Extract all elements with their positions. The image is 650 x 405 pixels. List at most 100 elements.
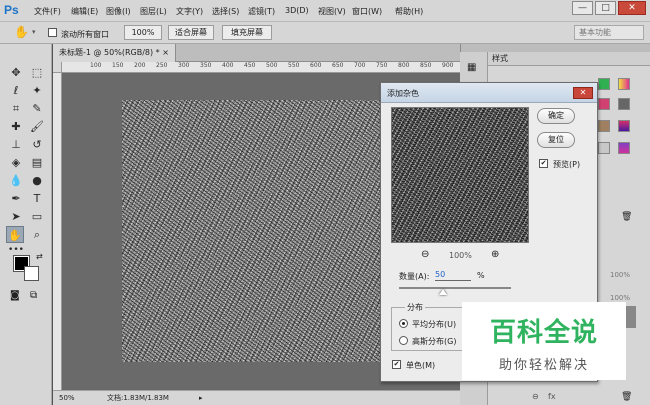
zoom-in-icon[interactable]: ⊕ <box>491 249 499 260</box>
menu-file[interactable]: 文件(F) <box>34 6 61 17</box>
style-swatch[interactable] <box>618 120 630 132</box>
menu-view[interactable]: 视图(V) <box>318 6 346 17</box>
move-icon[interactable]: ✥ <box>7 64 25 81</box>
ruler-tick: 250 <box>156 62 168 69</box>
ruler-tick: 700 <box>354 62 366 69</box>
fx-icon[interactable]: fx <box>548 392 556 401</box>
eraser-icon[interactable]: ◈ <box>7 154 25 171</box>
ruler-tick: 850 <box>420 62 432 69</box>
ruler-tick: 600 <box>310 62 322 69</box>
magic-wand-icon[interactable]: ✦ <box>28 82 46 99</box>
menu-filter[interactable]: 滤镜(T) <box>248 6 275 17</box>
style-swatch[interactable] <box>618 98 630 110</box>
horizontal-ruler[interactable]: 100 150 200 250 300 350 400 450 500 550 … <box>62 62 460 73</box>
document-canvas-noise[interactable] <box>122 100 385 362</box>
hand-tool-icon[interactable]: ✋ <box>14 25 29 39</box>
tools-panel: ✥ ⬚ ℓ ✦ ⌗ ✎ ✚ 🖌 ⊥ ↺ ◈ ▤ 💧 ● ✒ T ➤ ▭ ✋ ⌕ … <box>0 44 52 405</box>
opacity-value[interactable]: 100% <box>610 271 630 279</box>
screen-mode-icon[interactable]: ⧉ <box>30 290 37 301</box>
dialog-titlebar[interactable]: 添加杂色 ✕ <box>381 83 597 103</box>
crop-icon[interactable]: ⌗ <box>7 100 25 117</box>
fill-value[interactable]: 100% <box>610 294 630 302</box>
status-menu-arrow-icon[interactable]: ▸ <box>199 391 203 405</box>
watermark-title: 百科全说 <box>489 318 598 348</box>
watermark-logo: 百科全说 助你轻松解决 <box>462 302 626 380</box>
panel-icon-1[interactable]: ▦ <box>467 62 476 73</box>
status-zoom[interactable]: 50% <box>59 391 75 405</box>
zoom-out-icon[interactable]: ⊖ <box>421 249 429 260</box>
menu-edit[interactable]: 编辑(E) <box>71 6 98 17</box>
marquee-icon[interactable]: ⬚ <box>28 64 46 81</box>
style-swatch[interactable] <box>618 142 630 154</box>
dialog-preview-image[interactable] <box>391 107 529 243</box>
pen-icon[interactable]: ✒ <box>7 190 25 207</box>
restore-button[interactable]: □ <box>595 1 616 15</box>
blur-icon[interactable]: 💧 <box>7 172 25 189</box>
uniform-radio[interactable] <box>399 319 408 328</box>
ruler-tick: 800 <box>398 62 410 69</box>
amount-input[interactable]: 50 <box>435 269 471 281</box>
amount-slider-thumb[interactable] <box>439 289 447 295</box>
path-select-icon[interactable]: ➤ <box>7 208 25 225</box>
chevron-down-icon[interactable]: ▾ <box>32 28 36 36</box>
document-tab[interactable]: 未标题-1 @ 50%(RGB/8) * × <box>53 44 176 62</box>
background-color-swatch[interactable] <box>24 266 39 281</box>
watermark-subtitle: 助你轻松解决 <box>498 358 589 373</box>
style-swatch[interactable] <box>598 142 610 154</box>
shape-icon[interactable]: ▭ <box>28 208 46 225</box>
scroll-all-windows-checkbox[interactable] <box>48 28 57 37</box>
minimize-button[interactable]: — <box>572 1 593 15</box>
ruler-tick: 300 <box>178 62 190 69</box>
swap-colors-icon[interactable]: ⇄ <box>36 252 43 261</box>
menu-type[interactable]: 文字(Y) <box>176 6 203 17</box>
menu-layer[interactable]: 图层(L) <box>140 6 167 17</box>
monochrome-label: 单色(M) <box>406 361 436 370</box>
ruler-origin[interactable] <box>53 62 62 73</box>
ruler-tick: 350 <box>200 62 212 69</box>
ruler-tick: 150 <box>112 62 124 69</box>
vertical-ruler[interactable] <box>53 73 62 390</box>
monochrome-checkbox[interactable]: ✔ <box>392 360 401 369</box>
hand-icon[interactable]: ✋ <box>6 226 24 243</box>
menu-window[interactable]: 窗口(W) <box>352 6 382 17</box>
lasso-icon[interactable]: ℓ <box>7 82 25 99</box>
history-brush-icon[interactable]: ↺ <box>28 136 46 153</box>
reset-button[interactable]: 复位 <box>537 132 575 148</box>
healing-icon[interactable]: ✚ <box>7 118 25 135</box>
zoom-icon[interactable]: ⌕ <box>28 226 46 243</box>
quick-mask-icon[interactable]: ◙ <box>10 290 20 301</box>
gradient-icon[interactable]: ▤ <box>28 154 46 171</box>
menu-image[interactable]: 图像(I) <box>106 6 131 17</box>
delete-layer-icon[interactable]: 🗑 <box>621 392 632 402</box>
style-swatch[interactable] <box>618 78 630 90</box>
zoom-100-button[interactable]: 100% <box>124 25 162 40</box>
menu-select[interactable]: 选择(S) <box>212 6 239 17</box>
ok-button[interactable]: 确定 <box>537 108 575 124</box>
close-window-button[interactable]: ✕ <box>618 1 646 15</box>
menu-3d[interactable]: 3D(D) <box>285 6 309 15</box>
ruler-tick: 450 <box>244 62 256 69</box>
type-icon[interactable]: T <box>28 190 46 207</box>
preview-checkbox[interactable]: ✔ <box>539 159 548 168</box>
dialog-close-button[interactable]: ✕ <box>573 87 593 99</box>
style-swatch[interactable] <box>598 120 610 132</box>
tab-styles[interactable]: 样式 <box>492 52 508 66</box>
ruler-tick: 750 <box>376 62 388 69</box>
dodge-icon[interactable]: ● <box>28 172 46 189</box>
layers-scrollbar[interactable] <box>626 306 636 328</box>
ruler-tick: 550 <box>288 62 300 69</box>
style-swatch[interactable] <box>598 78 610 90</box>
workspace-select[interactable]: 基本功能 <box>574 25 644 40</box>
style-swatch[interactable] <box>598 98 610 110</box>
gaussian-radio[interactable] <box>399 336 408 345</box>
link-layers-icon[interactable]: ⊖ <box>532 392 539 401</box>
fill-screen-button[interactable]: 填充屏幕 <box>222 25 272 40</box>
eyedropper-icon[interactable]: ✎ <box>28 100 46 117</box>
preview-label: 预览(P) <box>553 160 581 169</box>
stamp-icon[interactable]: ⊥ <box>7 136 25 153</box>
menu-help[interactable]: 帮助(H) <box>395 6 423 17</box>
amount-slider-track[interactable] <box>399 287 511 289</box>
trash-icon[interactable]: 🗑 <box>621 212 632 222</box>
brush-icon[interactable]: 🖌 <box>28 118 46 135</box>
fit-screen-button[interactable]: 适合屏幕 <box>168 25 214 40</box>
